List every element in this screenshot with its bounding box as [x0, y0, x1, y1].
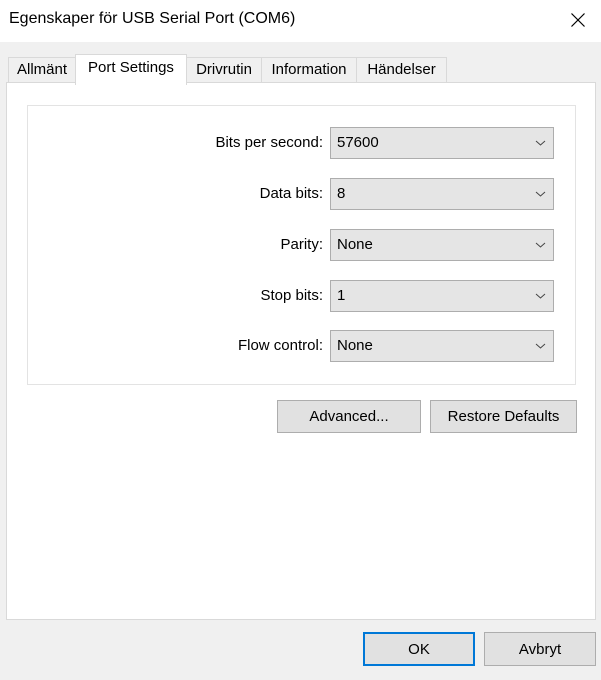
close-icon: [571, 13, 585, 27]
close-button[interactable]: [555, 0, 601, 40]
ok-button-label: OK: [408, 640, 430, 658]
stop-bits-value: 1: [337, 287, 346, 304]
title-bar: Egenskaper för USB Serial Port (COM6): [0, 0, 601, 42]
data-bits-label: Data bits:: [259, 185, 323, 202]
properties-dialog: Egenskaper för USB Serial Port (COM6) Al…: [0, 0, 601, 680]
tab-label: Allmänt: [16, 61, 68, 78]
tab-handelser[interactable]: Händelser: [356, 57, 447, 83]
advanced-button[interactable]: Advanced...: [277, 400, 421, 433]
stop-bits-label: Stop bits:: [260, 287, 323, 304]
tab-port-settings[interactable]: Port Settings: [75, 54, 187, 85]
tab-label: Information: [271, 61, 347, 78]
bits-per-second-select[interactable]: 57600: [330, 127, 554, 159]
data-bits-value: 8: [337, 185, 346, 202]
parity-value: None: [337, 236, 373, 253]
flow-control-label: Flow control:: [237, 337, 323, 354]
window-title: Egenskaper för USB Serial Port (COM6): [9, 10, 296, 27]
restore-defaults-button-label: Restore Defaults: [447, 408, 560, 425]
bits-per-second-value: 57600: [337, 134, 379, 151]
chevron-down-icon: [535, 293, 546, 299]
tab-label: Drivrutin: [196, 61, 252, 78]
chevron-down-icon: [535, 242, 546, 248]
ok-button[interactable]: OK: [363, 632, 475, 666]
chevron-down-icon: [535, 191, 546, 197]
cancel-button-label: Avbryt: [518, 640, 562, 658]
chevron-down-icon: [535, 140, 546, 146]
bits-per-second-label: Bits per second:: [215, 134, 323, 151]
tab-drivrutin[interactable]: Drivrutin: [186, 57, 262, 83]
flow-control-value: None: [337, 337, 373, 354]
flow-control-select[interactable]: None: [330, 330, 554, 362]
chevron-down-icon: [535, 343, 546, 349]
advanced-button-label: Advanced...: [309, 408, 389, 425]
tab-information[interactable]: Information: [261, 57, 357, 83]
tab-label: Händelser: [367, 61, 436, 78]
data-bits-select[interactable]: 8: [330, 178, 554, 210]
restore-defaults-button[interactable]: Restore Defaults: [430, 400, 577, 433]
tab-allmant[interactable]: Allmänt: [8, 57, 76, 83]
settings-group: Bits per second: 57600 Data bits: 8 Pari…: [27, 105, 576, 385]
tab-label: Port Settings: [88, 59, 174, 76]
cancel-button[interactable]: Avbryt: [484, 632, 596, 666]
parity-label: Parity:: [280, 236, 323, 253]
stop-bits-select[interactable]: 1: [330, 280, 554, 312]
tab-panel-port-settings: Bits per second: 57600 Data bits: 8 Pari…: [6, 82, 596, 620]
parity-select[interactable]: None: [330, 229, 554, 261]
